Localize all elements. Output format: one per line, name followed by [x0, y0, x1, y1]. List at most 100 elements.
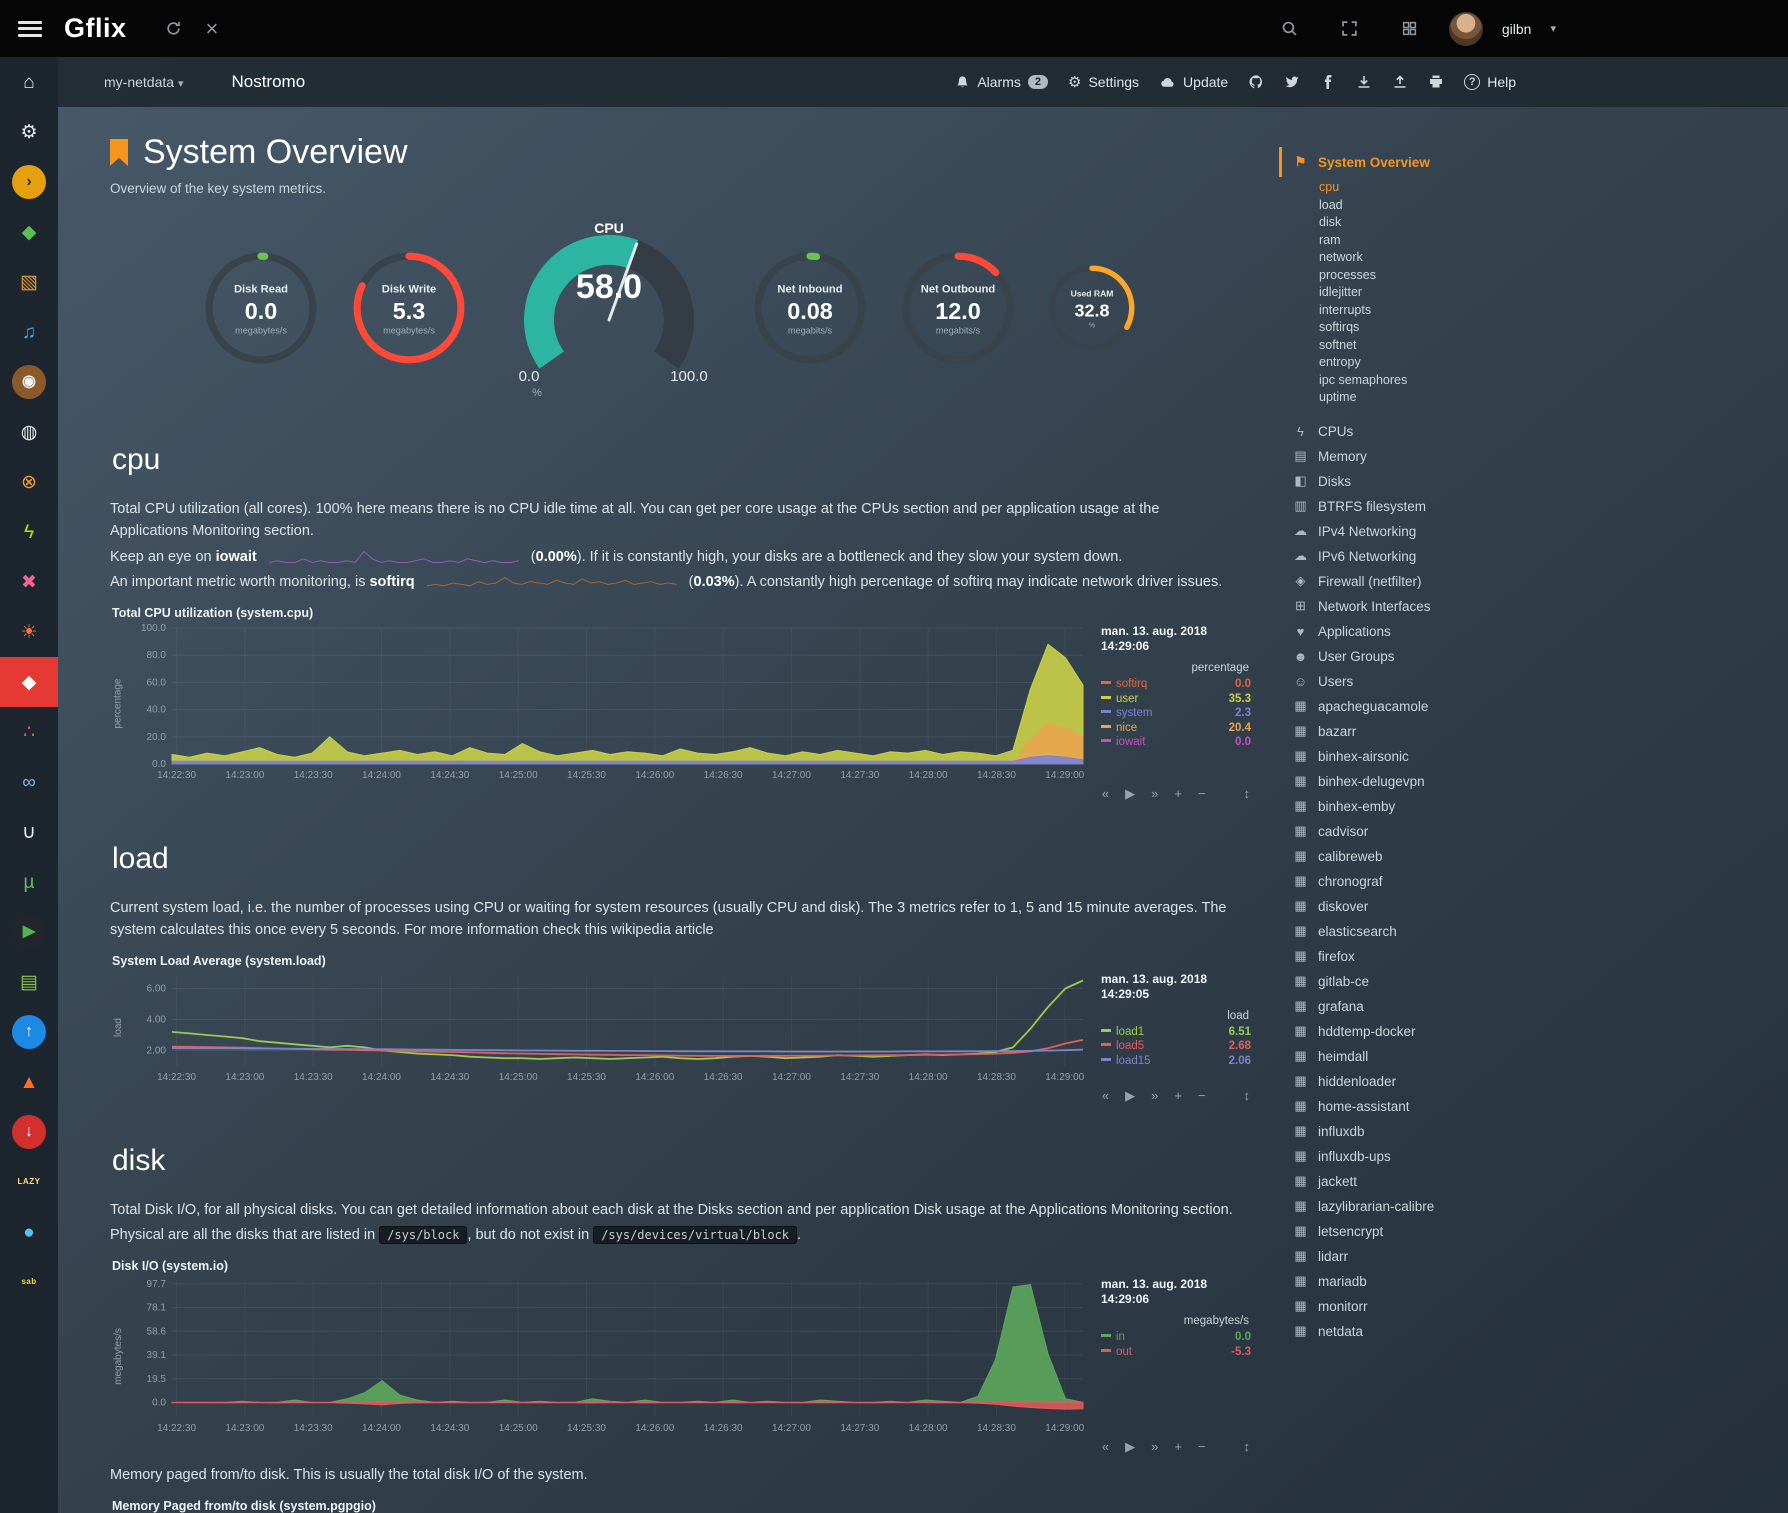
menu-app-letsencrypt[interactable]: ▦letsencrypt: [1292, 1219, 1506, 1244]
legend-row-load1[interactable]: load16.51: [1101, 1025, 1251, 1040]
sidebar-app-stats[interactable]: ▤: [0, 957, 58, 1007]
menu-system-overview[interactable]: ⚑System Overview: [1279, 147, 1506, 177]
menu-disks[interactable]: ◧Disks: [1292, 469, 1506, 494]
menu-app-cadvisor[interactable]: ▦cadvisor: [1292, 819, 1506, 844]
twitter-button[interactable]: [1284, 74, 1300, 90]
menu-app-binhex-emby[interactable]: ▦binhex-emby: [1292, 794, 1506, 819]
menu-app-elasticsearch[interactable]: ▦elasticsearch: [1292, 919, 1506, 944]
resize-handle[interactable]: ↕: [1244, 1088, 1251, 1104]
pan-left-button[interactable]: «: [1102, 786, 1109, 802]
sidebar-app-ombi[interactable]: ⊗: [0, 457, 58, 507]
sidebar-app-jackett[interactable]: ◉: [0, 357, 58, 407]
menu-users[interactable]: ☺Users: [1292, 669, 1506, 694]
menu-app-monitorr[interactable]: ▦monitorr: [1292, 1294, 1506, 1319]
menu-app-gitlab-ce[interactable]: ▦gitlab-ce: [1292, 969, 1506, 994]
menu-sub-ram[interactable]: ram: [1319, 232, 1506, 250]
menu-sub-disk[interactable]: disk: [1319, 214, 1506, 232]
menu-app-bazarr[interactable]: ▦bazarr: [1292, 719, 1506, 744]
legend-row-system[interactable]: system2.3: [1101, 706, 1251, 721]
legend-row-softirq[interactable]: softirq0.0: [1101, 677, 1251, 692]
sidebar-app-plex[interactable]: ›: [0, 157, 58, 207]
menu-sub-softnet[interactable]: softnet: [1319, 337, 1506, 355]
pan-right-button[interactable]: »: [1151, 1088, 1158, 1104]
legend-row-out[interactable]: out-5.3: [1101, 1345, 1251, 1360]
username[interactable]: gilbn: [1502, 21, 1532, 37]
menu-app-hiddenloader[interactable]: ▦hiddenloader: [1292, 1069, 1506, 1094]
update-button[interactable]: Update: [1159, 74, 1228, 90]
sidebar-app-unraid[interactable]: ∪: [0, 807, 58, 857]
menu-ipv6-networking[interactable]: ☁IPv6 Networking: [1292, 544, 1506, 569]
zoom-in-button[interactable]: +: [1174, 1088, 1182, 1104]
gauge-used-ram[interactable]: Used RAM32.8%: [1046, 262, 1138, 359]
menu-app-lidarr[interactable]: ▦lidarr: [1292, 1244, 1506, 1269]
menu-app-influxdb-ups[interactable]: ▦influxdb-ups: [1292, 1144, 1506, 1169]
search-icon[interactable]: [1281, 20, 1298, 37]
menu-cpus[interactable]: ϟCPUs: [1292, 419, 1506, 444]
export-button[interactable]: [1392, 74, 1408, 90]
menu-sub-uptime[interactable]: uptime: [1319, 389, 1506, 407]
legend-row-in[interactable]: in0.0: [1101, 1330, 1251, 1345]
resize-handle[interactable]: ↕: [1244, 1439, 1251, 1455]
fullscreen-icon[interactable]: [1341, 20, 1358, 37]
menu-app-mariadb[interactable]: ▦mariadb: [1292, 1269, 1506, 1294]
sidebar-app-home[interactable]: ⌂: [0, 57, 58, 107]
cpu-chart[interactable]: Total CPU utilization (system.cpu)percen…: [110, 606, 1268, 802]
menu-app-binhex-airsonic[interactable]: ▦binhex-airsonic: [1292, 744, 1506, 769]
pan-left-button[interactable]: «: [1102, 1439, 1109, 1455]
menu-app-apacheguacamole[interactable]: ▦apacheguacamole: [1292, 694, 1506, 719]
menu-sub-load[interactable]: load: [1319, 197, 1506, 215]
gauge-net-outbound[interactable]: Net Outbound12.0megabits/s: [898, 248, 1018, 373]
github-button[interactable]: [1248, 74, 1264, 90]
menu-app-jackett[interactable]: ▦jackett: [1292, 1169, 1506, 1194]
gauge-dis k-write[interactable]: Disk Write5.3megabytes/s: [349, 248, 469, 373]
settings-button[interactable]: ⚙ Settings: [1068, 73, 1139, 91]
legend-row-iowait[interactable]: iowait0.0: [1101, 735, 1251, 750]
sidebar-app-gitlab[interactable]: ▲: [0, 1057, 58, 1107]
load-chart[interactable]: System Load Average (system.load)load6.0…: [110, 954, 1268, 1104]
avatar[interactable]: [1449, 12, 1483, 46]
import-button[interactable]: [1356, 74, 1372, 90]
sidebar-app-utorrent[interactable]: µ: [0, 857, 58, 907]
sidebar-app-netdata[interactable]: ◆: [0, 657, 58, 707]
sidebar-app-filebrowser[interactable]: ↑: [0, 1007, 58, 1057]
menu-app-firefox[interactable]: ▦firefox: [1292, 944, 1506, 969]
menu-sub-network[interactable]: network: [1319, 249, 1506, 267]
menu-sub-idlejitter[interactable]: idlejitter: [1319, 284, 1506, 302]
sidebar-app-sonarr[interactable]: ◆: [0, 207, 58, 257]
alarms-button[interactable]: Alarms 2: [955, 74, 1048, 90]
pan-right-button[interactable]: »: [1151, 1439, 1158, 1455]
zoom-out-button[interactable]: −: [1198, 1439, 1206, 1455]
play-button[interactable]: ▶: [1125, 1088, 1135, 1104]
user-menu-caret-icon[interactable]: ▾: [1550, 22, 1556, 35]
tabs-grid-icon[interactable]: [1401, 20, 1418, 37]
host-dropdown[interactable]: my-netdata ▾: [104, 74, 183, 90]
sidebar-app-nextcloud[interactable]: ●: [0, 1207, 58, 1257]
gauge-disk-read[interactable]: Disk Read0.0megabytes/s: [201, 248, 321, 373]
sidebar-app-tautulli[interactable]: ▧: [0, 257, 58, 307]
facebook-button[interactable]: [1320, 74, 1336, 90]
gauge-cpu[interactable]: CPU58.00.0100.0%: [497, 218, 722, 403]
sidebar-app-ubooquity[interactable]: ☀: [0, 607, 58, 657]
sidebar-app-settings[interactable]: ⚙: [0, 107, 58, 157]
sidebar-app-airsonic[interactable]: ♫: [0, 307, 58, 357]
menu-app-influxdb[interactable]: ▦influxdb: [1292, 1119, 1506, 1144]
menu-app-grafana[interactable]: ▦grafana: [1292, 994, 1506, 1019]
sidebar-app-krusader[interactable]: ∴: [0, 707, 58, 757]
menu-firewall-netfilter-[interactable]: ◈Firewall (netfilter): [1292, 569, 1506, 594]
play-button[interactable]: ▶: [1125, 786, 1135, 802]
sidebar-app-guacamole[interactable]: ϟ: [0, 507, 58, 557]
pan-right-button[interactable]: »: [1151, 786, 1158, 802]
menu-user-groups[interactable]: ☻User Groups: [1292, 644, 1506, 669]
menu-memory[interactable]: ▤Memory: [1292, 444, 1506, 469]
menu-app-lazylibrarian-calibre[interactable]: ▦lazylibrarian-calibre: [1292, 1194, 1506, 1219]
sidebar-app-owncloud[interactable]: ∞: [0, 757, 58, 807]
sidebar-app-quasar[interactable]: ✖: [0, 557, 58, 607]
sidebar-app-emby[interactable]: ▶: [0, 907, 58, 957]
refresh-icon[interactable]: [165, 20, 182, 37]
menu-app-calibreweb[interactable]: ▦calibreweb: [1292, 844, 1506, 869]
legend-row-load5[interactable]: load52.68: [1101, 1039, 1251, 1054]
sidebar-app-lazylibrarian[interactable]: LAZY: [0, 1157, 58, 1207]
sidebar-app-downloader[interactable]: ↓: [0, 1107, 58, 1157]
menu-app-chronograf[interactable]: ▦chronograf: [1292, 869, 1506, 894]
sidebar-app-radarr[interactable]: ◍: [0, 407, 58, 457]
